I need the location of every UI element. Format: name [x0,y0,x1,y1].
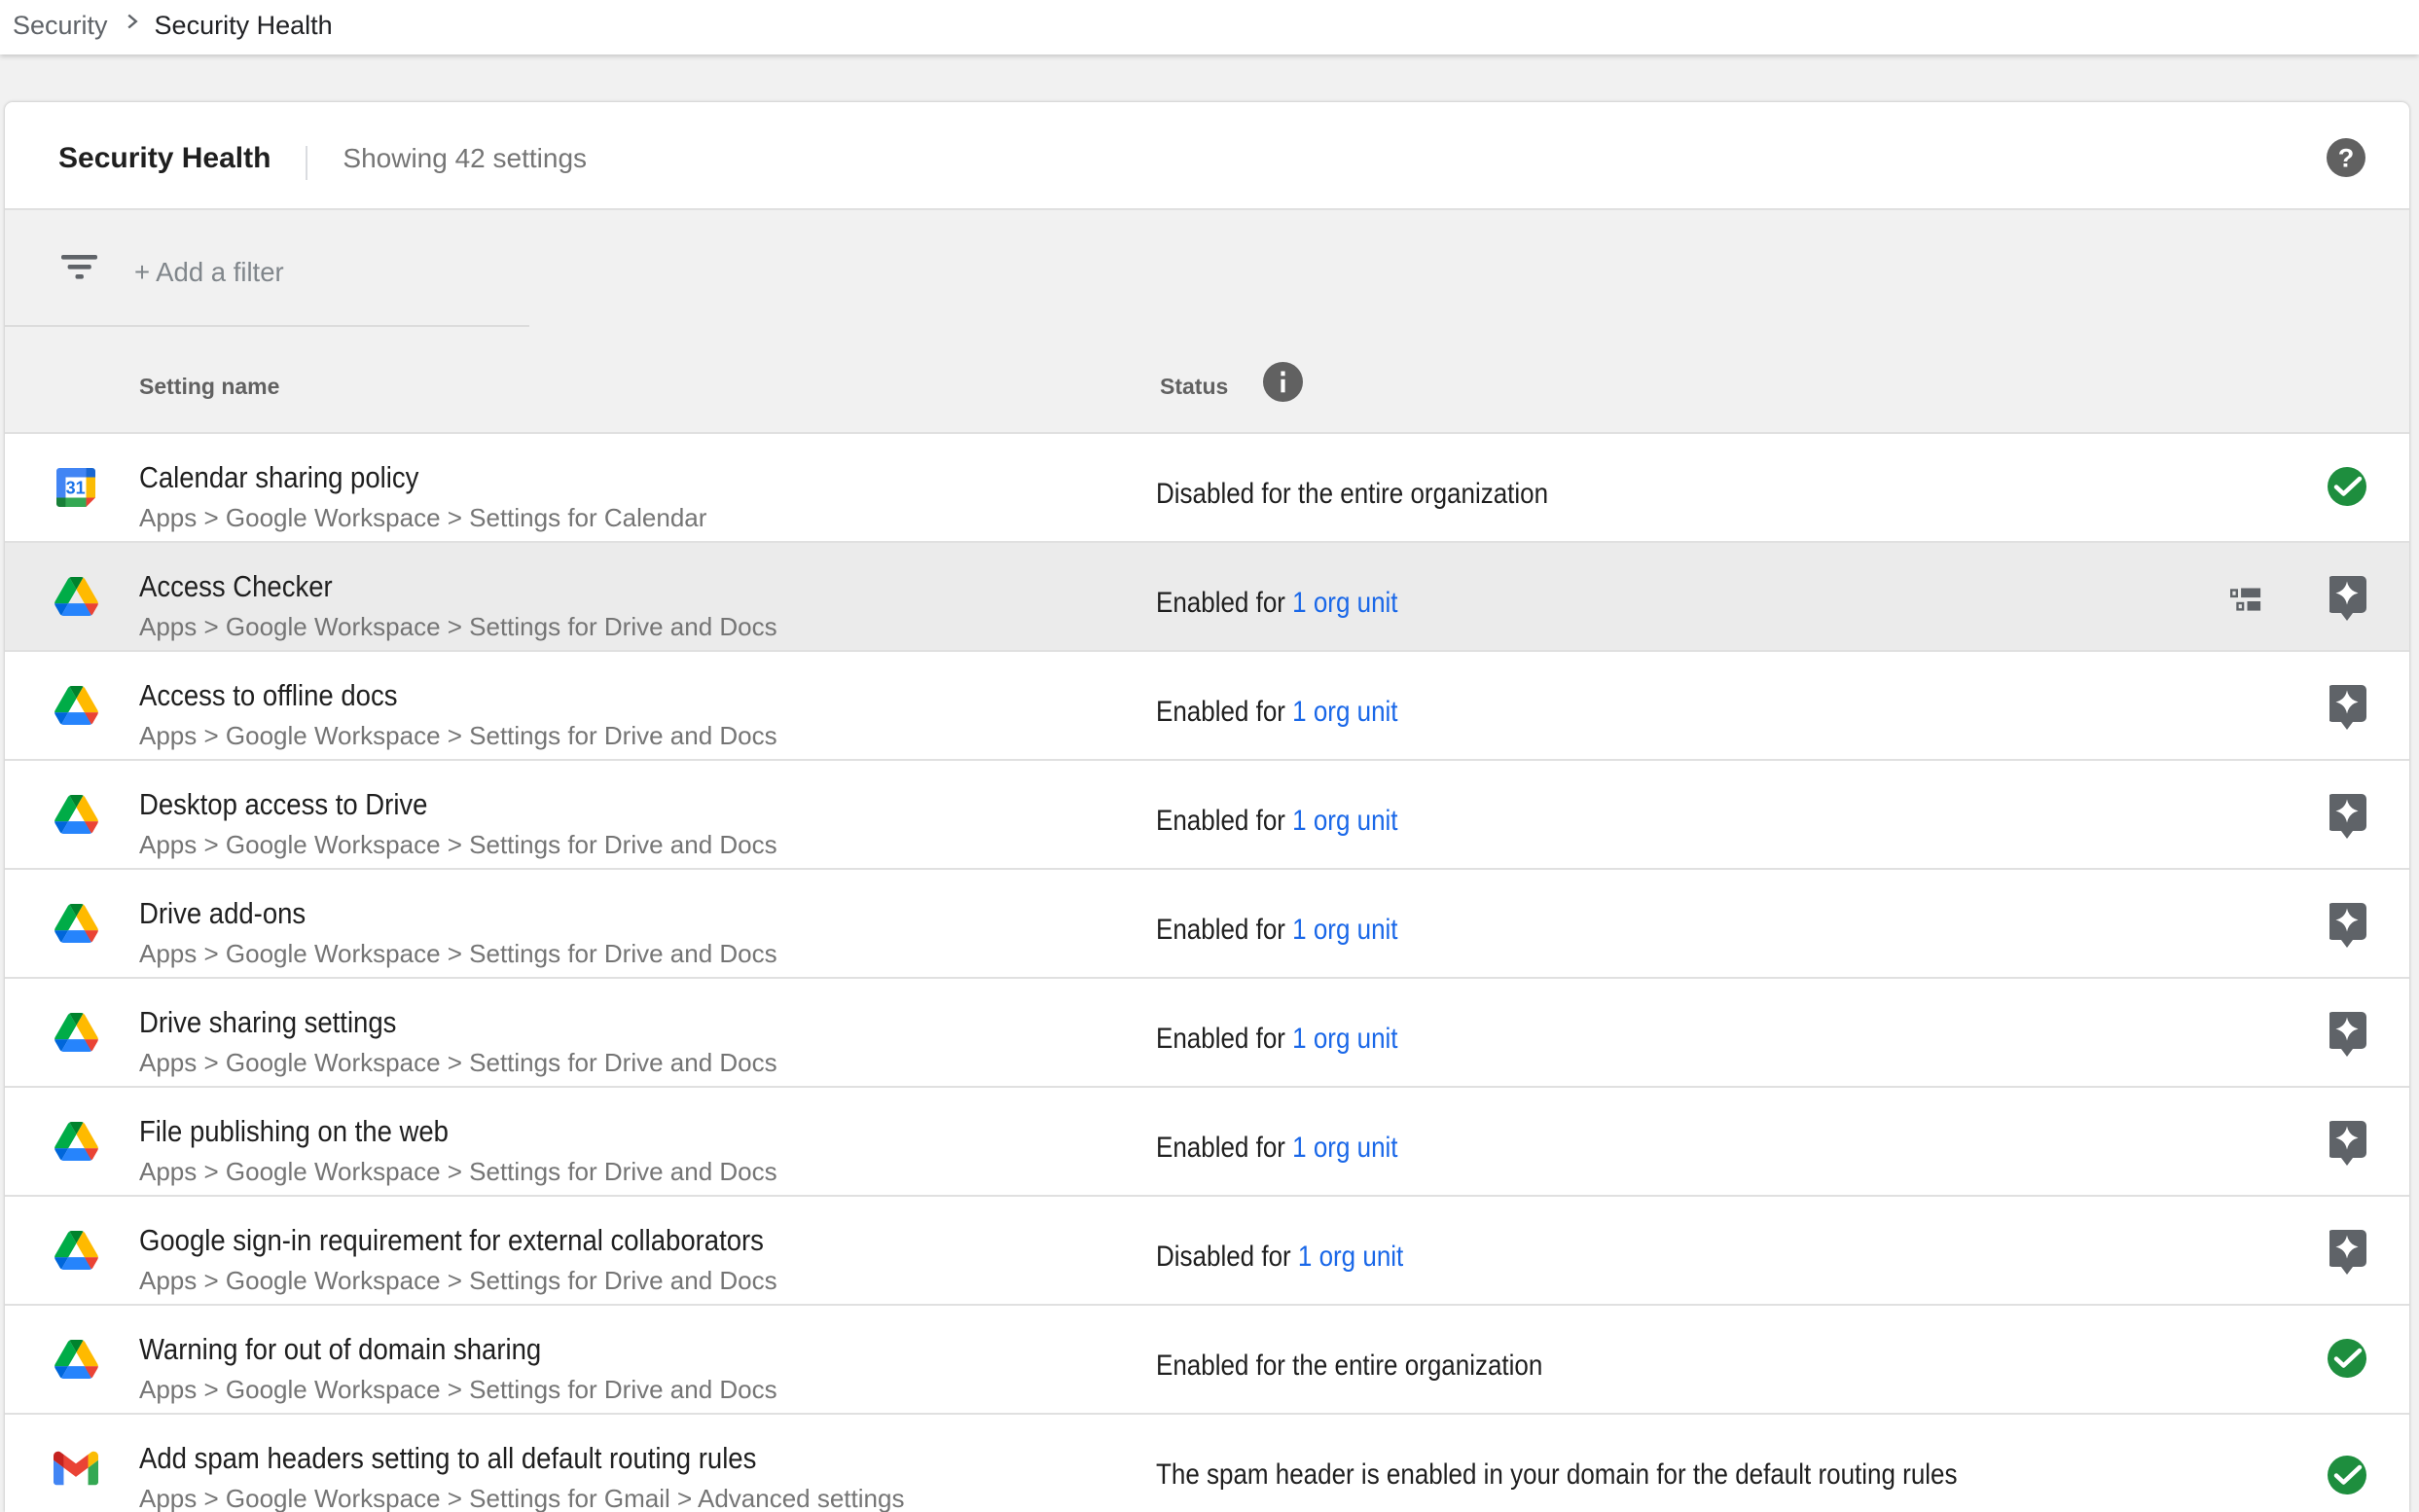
svg-text:?: ? [2338,144,2355,173]
svg-text:31: 31 [66,479,86,498]
